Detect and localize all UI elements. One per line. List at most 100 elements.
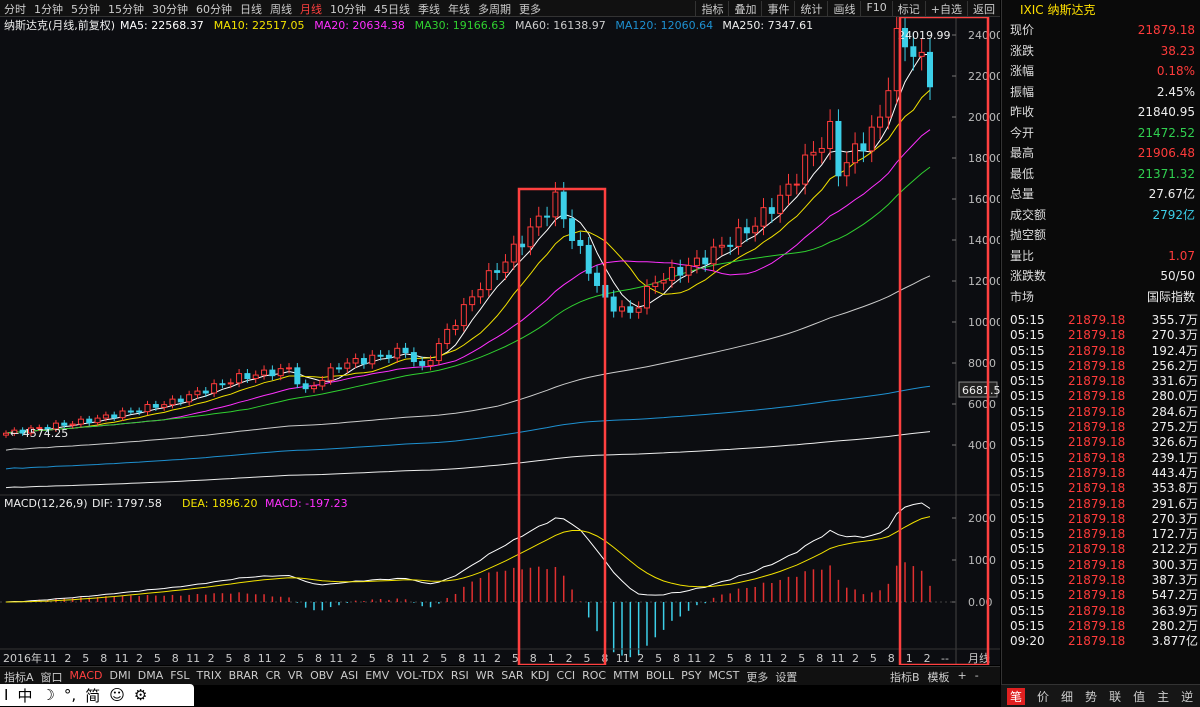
tool-button[interactable]: 返回 xyxy=(967,1,1000,17)
high-label: 24019.99 xyxy=(898,29,951,42)
tool-button[interactable]: 指标 xyxy=(695,1,728,17)
side-bottom-tab[interactable]: 逆 xyxy=(1181,688,1193,705)
period-tab[interactable]: 5分钟 xyxy=(71,1,100,17)
ime-toolbar[interactable]: I 中 ☽ °, 简 ☺ ⚙ xyxy=(0,684,194,706)
indicator-tab[interactable]: EMV xyxy=(365,669,389,685)
candle-body xyxy=(918,51,925,57)
indicator-tab[interactable]: KDJ xyxy=(531,669,550,685)
indicator-tab[interactable]: WR xyxy=(476,669,495,685)
side-bottom-tab[interactable]: 势 xyxy=(1085,688,1097,705)
candle-body xyxy=(510,243,517,263)
ime-button[interactable]: °, xyxy=(64,686,76,704)
indicator-tab[interactable]: ASI xyxy=(340,669,358,685)
indicator-tab[interactable]: BRAR xyxy=(229,669,259,685)
indicator-tab[interactable]: 设置 xyxy=(775,669,797,685)
indicator-tab[interactable]: MACD xyxy=(70,669,103,685)
indicator-tab[interactable]: MCST xyxy=(708,669,739,685)
indicator-tab[interactable]: CR xyxy=(266,669,281,685)
tick-price: 21879.18 xyxy=(1068,435,1126,450)
period-tab[interactable]: 分时 xyxy=(4,1,26,17)
indicator-tab[interactable]: SAR xyxy=(501,669,523,685)
candle-body xyxy=(527,226,534,248)
quote-label: 现价 xyxy=(1010,23,1035,37)
ime-button[interactable]: 简 xyxy=(85,685,100,706)
chart-area[interactable]: 24000 22000 20000 18000 16000 14000 12000 10000… xyxy=(0,13,1003,667)
tool-button[interactable]: 事件 xyxy=(761,1,794,17)
indicator-tab[interactable]: VR xyxy=(288,669,303,685)
indicator-tab[interactable]: 窗口 xyxy=(41,669,63,685)
quote-label: 抛空额 xyxy=(1010,228,1047,242)
candle-body xyxy=(702,257,709,265)
tool-button[interactable]: 标记 xyxy=(891,1,925,17)
indicator-tab[interactable]: MTM xyxy=(613,669,639,685)
tick-time: 05:15 xyxy=(1010,328,1045,343)
side-bottom-tab[interactable]: 联 xyxy=(1109,688,1121,705)
period-tab[interactable]: 60分钟 xyxy=(196,1,232,17)
y-axis-label: 8000 xyxy=(968,357,996,370)
candle-body xyxy=(535,215,542,228)
indicator-right-tab[interactable]: 指标B xyxy=(890,669,920,685)
indicator-tab[interactable]: TRIX xyxy=(196,669,221,685)
period-tab[interactable]: 更多 xyxy=(519,1,541,17)
period-tab[interactable]: 日线 xyxy=(240,1,262,17)
indicator-right-tab[interactable]: + xyxy=(958,669,967,685)
side-bottom-tab[interactable]: 细 xyxy=(1061,688,1073,705)
tick-volume: 280.2万 xyxy=(1151,618,1198,633)
candle-body xyxy=(452,325,459,330)
indicator-tab[interactable]: BOLL xyxy=(646,669,674,685)
indicator-tab[interactable]: CCI xyxy=(557,669,576,685)
tick-price: 21879.18 xyxy=(1068,588,1126,603)
indicator-tab[interactable]: PSY xyxy=(681,669,701,685)
period-tab[interactable]: 15分钟 xyxy=(108,1,144,17)
quote-row: 昨收 21840.95 xyxy=(1002,102,1200,123)
x-axis-label: 1 xyxy=(906,652,913,665)
candle-body xyxy=(94,417,101,424)
candle-body xyxy=(219,383,226,386)
tool-button[interactable]: +自选 xyxy=(924,1,967,17)
period-tab[interactable]: 45日线 xyxy=(374,1,410,17)
period-tab[interactable]: 多周期 xyxy=(478,1,511,17)
ime-button[interactable]: 中 xyxy=(17,685,32,706)
x-axis-label: 8 xyxy=(387,652,394,665)
indicator-right-tab[interactable]: 模板 xyxy=(928,669,950,685)
indicator-tab[interactable]: 更多 xyxy=(746,669,768,685)
period-tab[interactable]: 年线 xyxy=(448,1,470,17)
period-tab[interactable]: 季线 xyxy=(418,1,440,17)
x-axis-label: 11 xyxy=(616,652,630,665)
quote-value: 27.67亿 xyxy=(1148,187,1195,201)
indicator-tab[interactable]: DMA xyxy=(138,669,164,685)
side-bottom-tab[interactable]: 值 xyxy=(1133,688,1145,705)
tool-button[interactable]: 画线 xyxy=(827,1,860,17)
tick-time: 05:15 xyxy=(1010,343,1045,358)
tick-row: 05:15 21879.18 172.7万 xyxy=(1002,527,1200,542)
indicator-tab[interactable]: 指标A xyxy=(4,669,34,685)
side-bottom-tab[interactable]: 笔 xyxy=(1007,687,1026,705)
period-tab[interactable]: 10分钟 xyxy=(330,1,366,17)
indicator-tab[interactable]: OBV xyxy=(310,669,333,685)
tick-volume: 256.2万 xyxy=(1151,358,1198,373)
period-tab[interactable]: 1分钟 xyxy=(34,1,63,17)
ime-button[interactable]: ⚙ xyxy=(134,686,147,704)
x-axis-label: 8 xyxy=(315,652,322,665)
candle-body xyxy=(768,207,775,214)
side-bottom-tab[interactable]: 价 xyxy=(1037,688,1049,705)
period-tab[interactable]: 周线 xyxy=(270,1,292,17)
indicator-right-tab[interactable]: - xyxy=(975,669,979,685)
period-tab[interactable]: 30分钟 xyxy=(152,1,188,17)
indicator-tab[interactable]: VOL-TDX xyxy=(396,669,444,685)
indicator-tab[interactable]: ROC xyxy=(582,669,606,685)
y-axis-label: 4000 xyxy=(968,439,996,452)
kline-chart[interactable]: 2400022000200001800016000140001200010000… xyxy=(0,13,1003,667)
indicator-tab[interactable]: RSI xyxy=(451,669,469,685)
ime-button[interactable]: ☺ xyxy=(109,686,125,704)
tool-button[interactable]: 叠加 xyxy=(728,1,761,17)
x-axis-label: 8 xyxy=(172,652,179,665)
tick-time: 09:20 xyxy=(1010,634,1045,649)
tool-button[interactable]: F10 xyxy=(860,1,891,17)
indicator-tab[interactable]: FSL xyxy=(170,669,189,685)
indicator-tab[interactable]: DMI xyxy=(110,669,131,685)
ime-button[interactable]: ☽ xyxy=(41,686,54,704)
period-tab[interactable]: 月线 xyxy=(300,1,322,17)
tool-button[interactable]: 统计 xyxy=(794,1,827,17)
side-bottom-tab[interactable]: 主 xyxy=(1157,688,1169,705)
